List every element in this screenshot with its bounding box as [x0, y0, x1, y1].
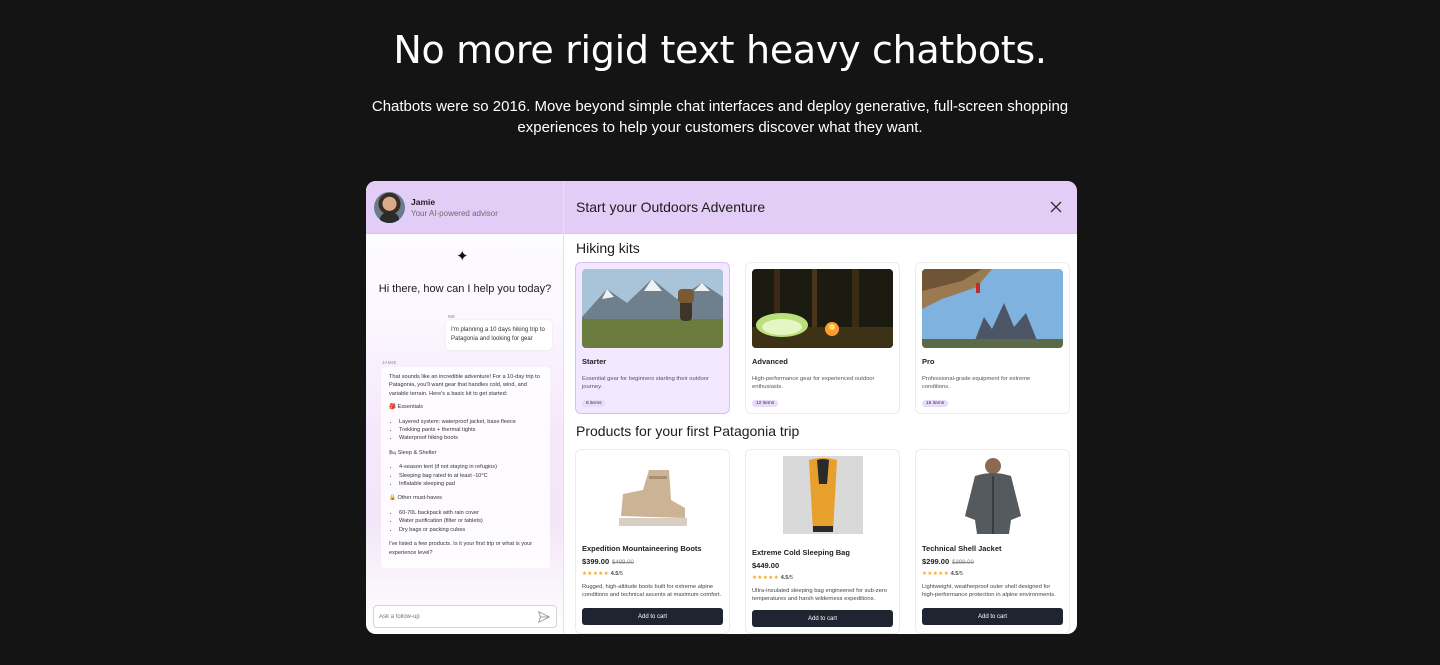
reply-section-title: 🛏 Sleep & Shelter [389, 449, 437, 456]
star-rating-icon: ★★★★★ [582, 571, 610, 577]
reply-intro: That sounds like an incredible adventure… [389, 374, 540, 397]
list-item: Waterproof hiking boots [399, 434, 542, 442]
kit-description: Professional-grade equipment for extreme… [922, 376, 1031, 390]
add-to-cart-button[interactable]: Add to cart [922, 608, 1063, 625]
advisor-label: JAMIE [382, 360, 397, 365]
advisor-avatar [374, 191, 405, 223]
send-icon[interactable] [537, 610, 551, 624]
product-card-sleeping-bag: Extreme Cold Sleeping Bag $449.00 ★★★★★ … [745, 449, 900, 634]
product-image-sleeping-bag[interactable] [782, 456, 863, 534]
kit-name: Starter [582, 357, 607, 366]
product-name: Extreme Cold Sleeping Bag [752, 548, 850, 557]
original-price: $499.00 [612, 560, 634, 566]
reply-outro: I've listed a few products. Is it your f… [389, 541, 533, 556]
demo-window: Jamie Your AI-powered advisor ✦ Hi there… [366, 181, 1077, 634]
kit-description: High-performance gear for experienced ou… [752, 376, 875, 390]
star-rating-icon: ★★★★★ [922, 571, 950, 577]
sparkle-icon: ✦ [456, 248, 469, 265]
follow-up-input[interactable] [379, 613, 537, 620]
chat-greeting: Hi there, how can I help you today? [378, 283, 552, 295]
product-rating: ★★★★★ 4.5/5 [582, 571, 723, 577]
kit-image-campsite [752, 269, 893, 348]
kit-name: Advanced [752, 357, 788, 366]
product-image-boots[interactable] [612, 456, 693, 534]
hero-title: No more rigid text heavy chatbots. [393, 28, 1047, 72]
reply-list: 4-season tent (if not staying in refugio… [399, 463, 542, 488]
list-item: Layered system: waterproof jacket, base … [399, 418, 542, 426]
add-to-cart-button[interactable]: Add to cart [582, 608, 723, 625]
product-price: $299.00 $399.00 [922, 557, 1063, 566]
current-price: $299.00 [922, 557, 950, 566]
product-description: Ultra-insulated sleeping bag engineered … [752, 588, 888, 603]
kit-image-mountains [582, 269, 723, 348]
add-to-cart-button[interactable]: Add to cart [752, 610, 893, 627]
kit-description: Essential gear for beginners starting th… [582, 376, 709, 390]
panel-header: Start your Outdoors Adventure [564, 181, 1077, 234]
chat-panel: Jamie Your AI-powered advisor ✦ Hi there… [366, 181, 564, 634]
user-label: ME [448, 314, 456, 319]
product-price: $399.00 $499.00 [582, 557, 723, 566]
product-card-boots: Expedition Mountaineering Boots $399.00 $… [575, 449, 730, 634]
product-image-jacket[interactable] [952, 456, 1033, 534]
kit-card-pro[interactable]: Pro Professional-grade equipment for ext… [915, 262, 1070, 414]
hero-subtitle: Chatbots were so 2016. Move beyond simpl… [371, 98, 1069, 136]
kit-name: Pro [922, 357, 935, 366]
list-item: 60-70L backpack with rain cover [399, 509, 542, 517]
kit-card-starter[interactable]: Starter Essential gear for beginners sta… [575, 262, 730, 414]
item-count-badge: 8 items [582, 400, 606, 407]
rating-max: /5 [788, 575, 793, 581]
panel-title: Start your Outdoors Adventure [576, 199, 766, 215]
original-price: $399.00 [952, 560, 974, 566]
list-item: Dry bags or packing cubes [399, 526, 542, 534]
list-item: 4-season tent (if not staying in refugio… [399, 463, 542, 471]
kits-heading: Hiking kits [576, 240, 640, 256]
reply-section-title: 🎒 Essentials [389, 404, 424, 411]
advisor-name: Jamie [411, 196, 436, 207]
product-name: Expedition Mountaineering Boots [582, 544, 702, 553]
reply-list: Layered system: waterproof jacket, base … [399, 418, 542, 443]
advisor-reply-bubble: That sounds like an incredible adventure… [381, 367, 550, 568]
reply-list: 60-70L backpack with rain cover Water pu… [399, 509, 542, 534]
item-count-badge: 15 items [922, 400, 949, 407]
chat-input-bar [373, 605, 557, 628]
close-icon[interactable] [1049, 200, 1063, 214]
product-name: Technical Shell Jacket [922, 544, 1002, 553]
reply-section-title: 🔒 Other must-haves [389, 495, 442, 502]
current-price: $399.00 [582, 557, 610, 566]
product-card-jacket: Technical Shell Jacket $299.00 $399.00 ★★… [915, 449, 1070, 634]
star-rating-icon: ★★★★★ [752, 575, 780, 581]
products-heading: Products for your first Patagonia trip [576, 423, 800, 439]
product-description: Rugged, high-altitude boots built for ex… [582, 584, 722, 599]
product-rating: ★★★★★ 4.5/5 [752, 575, 893, 581]
user-message-bubble: I'm planning a 10 days hiking trip to Pa… [446, 320, 552, 350]
product-description: Lightweight, weatherproof outer shell de… [922, 584, 1056, 599]
chat-header: Jamie Your AI-powered advisor [366, 181, 563, 234]
list-item: Trekking pants + thermal tights [399, 426, 542, 434]
advisor-role: Your AI-powered advisor [411, 208, 498, 218]
rating-max: /5 [618, 571, 623, 577]
rating-max: /5 [958, 571, 963, 577]
kit-card-advanced[interactable]: Advanced High-performance gear for exper… [745, 262, 900, 414]
item-count-badge: 12 items [752, 400, 779, 407]
current-price: $449.00 [752, 561, 780, 570]
product-price: $449.00 [752, 561, 893, 570]
product-rating: ★★★★★ 4.5/5 [922, 571, 1063, 577]
shopping-panel: Start your Outdoors Adventure Hiking kit… [564, 181, 1077, 634]
list-item: Water purification (filter or tablets) [399, 517, 542, 525]
list-item: Inflatable sleeping pad [399, 480, 542, 488]
list-item: Sleeping bag rated to at least -10°C [399, 472, 542, 480]
kit-image-climber [922, 269, 1063, 348]
